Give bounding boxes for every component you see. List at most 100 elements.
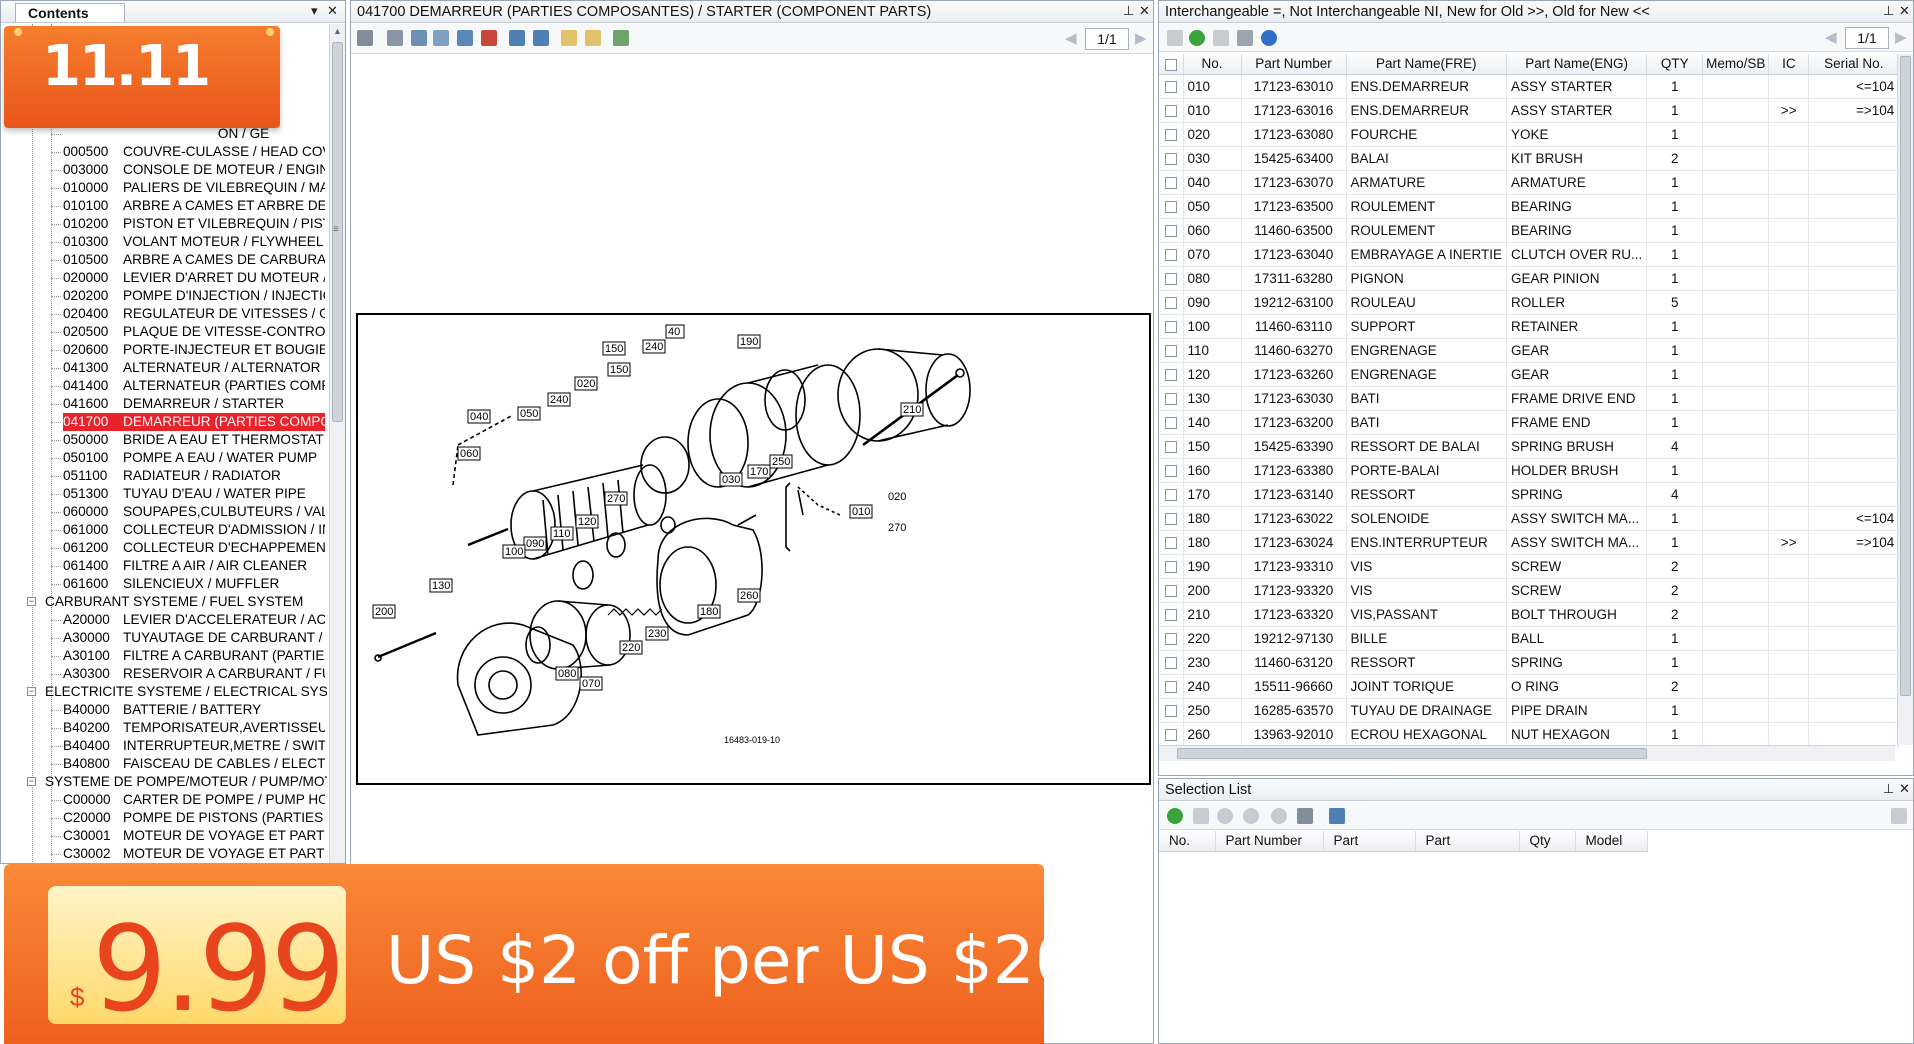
rotate-left-icon[interactable]	[561, 30, 577, 46]
export-icon[interactable]	[1891, 808, 1907, 824]
collapse-icon[interactable]: −	[27, 597, 36, 606]
parts-row[interactable]: 200 17123-93320 VIS SCREW 2	[1159, 578, 1900, 603]
parts-row[interactable]: 240 15511-96660 JOINT TORIQUE O RING 2	[1159, 674, 1900, 699]
tree-item[interactable]: 041600 DEMARREUR / STARTER	[63, 395, 325, 413]
tree-item[interactable]: 020000 LEVIER D'ARRET DU MOTEUR / I	[63, 269, 325, 287]
row-checkbox[interactable]	[1159, 482, 1184, 507]
row-checkbox[interactable]	[1159, 122, 1184, 147]
row-checkbox[interactable]	[1159, 434, 1184, 459]
select-all-checkbox[interactable]	[1159, 54, 1184, 75]
tree-item[interactable]: 041700 DEMARREUR (PARTIES COMPOS	[63, 413, 325, 431]
tree-category[interactable]: ELECTRICITE SYSTEME / ELECTRICAL SYSTE	[45, 683, 327, 701]
parts-row[interactable]: 100 11460-63110 SUPPORT RETAINER 1	[1159, 314, 1900, 339]
parts-row[interactable]: 030 15425-63400 BALAI KIT BRUSH 2	[1159, 146, 1900, 171]
parts-row[interactable]: 210 17123-63320 VIS,PASSANT BOLT THROUGH 2	[1159, 602, 1900, 627]
camera-icon[interactable]	[457, 30, 473, 46]
tree-item[interactable]: 010200 PISTON ET VILEBREQUIN / PIST	[63, 215, 325, 233]
row-checkbox[interactable]	[1159, 218, 1184, 243]
pin-icon[interactable]: ⊥	[1883, 781, 1894, 797]
row-checkbox[interactable]	[1159, 314, 1184, 339]
parts-row[interactable]: 070 17123-63040 EMBRAYAGE A INERTIE CLUTCH …	[1159, 242, 1900, 267]
tree-item[interactable]: 010000 PALIERS DE VILEBREQUIN / MAI	[63, 179, 325, 197]
row-checkbox[interactable]	[1159, 146, 1184, 171]
tree-item[interactable]: C30001 MOTEUR DE VOYAGE ET PARTIE	[63, 827, 325, 845]
tree-item[interactable]: 041400 ALTERNATEUR (PARTIES COMPO	[63, 377, 325, 395]
row-checkbox[interactable]	[1159, 362, 1184, 387]
contents-scrollbar[interactable]: ▲ ≡	[329, 24, 345, 863]
edit-icon[interactable]	[1167, 30, 1183, 46]
check-icon[interactable]	[1217, 808, 1233, 824]
collapse-icon[interactable]: −	[27, 777, 36, 786]
next-page-icon[interactable]: ▶	[1135, 29, 1147, 47]
row-checkbox[interactable]	[1159, 506, 1184, 531]
parts-vscrollbar[interactable]	[1897, 54, 1913, 745]
zoom-out-icon[interactable]	[533, 30, 549, 46]
tree-item[interactable]: 050000 BRIDE A EAU ET THERMOSTAT /	[63, 431, 325, 449]
check-icon[interactable]	[1189, 30, 1205, 46]
rotate-right-icon[interactable]	[585, 30, 601, 46]
row-checkbox[interactable]	[1159, 530, 1184, 555]
row-checkbox[interactable]	[1159, 410, 1184, 435]
tree-item[interactable]: 061400 FILTRE A AIR / AIR CLEANER	[63, 557, 325, 575]
tree-item[interactable]: C00000 CARTER DE POMPE / PUMP HOU	[63, 791, 325, 809]
parts-row[interactable]: 260 13963-92010 ECROU HEXAGONAL NUT HEXAGON…	[1159, 722, 1900, 747]
tree-item[interactable]: 010100 ARBRE A CAMES ET ARBRE DE F	[63, 197, 325, 215]
row-checkbox[interactable]	[1159, 722, 1184, 747]
tree-item[interactable]: 020400 REGULATEUR DE VITESSES / GO	[63, 305, 325, 323]
prev-page-icon[interactable]: ◀	[1065, 29, 1077, 47]
parts-hscrollbar[interactable]	[1159, 745, 1895, 761]
next-page-icon[interactable]: ▶	[1895, 28, 1907, 46]
pin-icon[interactable]: ⊥	[1883, 3, 1894, 19]
sel-col-no[interactable]: No.	[1159, 831, 1216, 852]
collapse-icon[interactable]: −	[27, 687, 36, 696]
tree-item[interactable]: B40400 INTERRUPTEUR,METRE / SWITC	[63, 737, 325, 755]
diagram-canvas[interactable]: 40 150 240 190 150 020 240 040 050 060 2…	[356, 313, 1151, 785]
tree-item[interactable]: B40200 TEMPORISATEUR,AVERTISSEUR	[63, 719, 325, 737]
parts-row[interactable]: 150 15425-63390 RESSORT DE BALAI SPRING BRU…	[1159, 434, 1900, 459]
tree-item[interactable]: 010300 VOLANT MOTEUR / FLYWHEEL	[63, 233, 325, 251]
sel-col-part-2[interactable]: Part	[1415, 831, 1520, 852]
tree-item[interactable]: 020500 PLAQUE DE VITESSE-CONTROLE	[63, 323, 325, 341]
tree-item[interactable]: C30002 MOTEUR DE VOYAGE ET PARTIE	[63, 845, 325, 863]
info-icon[interactable]	[1261, 30, 1277, 46]
parts-row[interactable]: 170 17123-63140 RESSORT SPRING 4	[1159, 482, 1900, 507]
tree-item[interactable]: 061200 COLLECTEUR D'ECHAPPEMENT /	[63, 539, 325, 557]
sel-col-part-number[interactable]: Part Number	[1215, 831, 1324, 852]
text-icon[interactable]	[481, 30, 497, 46]
col-part-number[interactable]: Part Number	[1241, 54, 1347, 75]
close-icon[interactable]: ✕	[1899, 3, 1910, 19]
row-checkbox[interactable]	[1159, 74, 1184, 99]
row-checkbox[interactable]	[1159, 98, 1184, 123]
close-icon[interactable]: ✕	[327, 3, 338, 19]
parts-row[interactable]: 160 17123-63380 PORTE-BALAI HOLDER BRUSH 1	[1159, 458, 1900, 483]
parts-row[interactable]: 180 17123-63024 ENS.INTERRUPTEUR ASSY SWITC…	[1159, 530, 1900, 555]
tree-item[interactable]: 020600 PORTE-INJECTEUR ET BOUGIE D	[63, 341, 325, 359]
sel-col-part[interactable]: Part	[1323, 831, 1416, 852]
row-checkbox[interactable]	[1159, 242, 1184, 267]
col-serial-no[interactable]: Serial No.	[1808, 54, 1900, 75]
promo-banner[interactable]: $ 9.99 US $2 off per US $20	[4, 864, 1077, 1044]
contents-tab[interactable]: Contents	[15, 3, 125, 22]
zoom-fit-icon[interactable]	[411, 30, 427, 46]
row-checkbox[interactable]	[1159, 290, 1184, 315]
tree-item[interactable]: 060000 SOUPAPES,CULBUTEURS / VALV	[63, 503, 325, 521]
list-icon[interactable]	[1237, 30, 1253, 46]
row-checkbox[interactable]	[1159, 602, 1184, 627]
tree-item[interactable]: 061600 SILENCIEUX / MUFFLER	[63, 575, 325, 593]
zoom-in-icon[interactable]	[509, 30, 525, 46]
print-icon[interactable]	[357, 30, 373, 46]
parts-row[interactable]: 040 17123-63070 ARMATURE ARMATURE 1	[1159, 170, 1900, 195]
row-checkbox[interactable]	[1159, 578, 1184, 603]
tree-item[interactable]: A30100 FILTRE A CARBURANT (PARTIES	[63, 647, 325, 665]
tree-item[interactable]: 000500 COUVRE-CULASSE / HEAD COVE	[63, 143, 325, 161]
parts-row[interactable]: 090 19212-63100 ROULEAU ROLLER 5	[1159, 290, 1900, 315]
row-checkbox[interactable]	[1159, 458, 1184, 483]
parts-row[interactable]: 230 11460-63120 RESSORT SPRING 1	[1159, 650, 1900, 675]
parts-row[interactable]: 180 17123-63022 SOLENOIDE ASSY SWITCH MA...…	[1159, 506, 1900, 531]
col-memo-sb[interactable]: Memo/SB	[1702, 54, 1770, 75]
add-icon[interactable]	[1167, 808, 1183, 824]
row-checkbox[interactable]	[1159, 266, 1184, 291]
tree-item[interactable]: 050100 POMPE A EAU / WATER PUMP	[63, 449, 325, 467]
col-part-name-fre[interactable]: Part Name(FRE)	[1346, 54, 1508, 75]
clear-icon[interactable]	[1271, 808, 1287, 824]
